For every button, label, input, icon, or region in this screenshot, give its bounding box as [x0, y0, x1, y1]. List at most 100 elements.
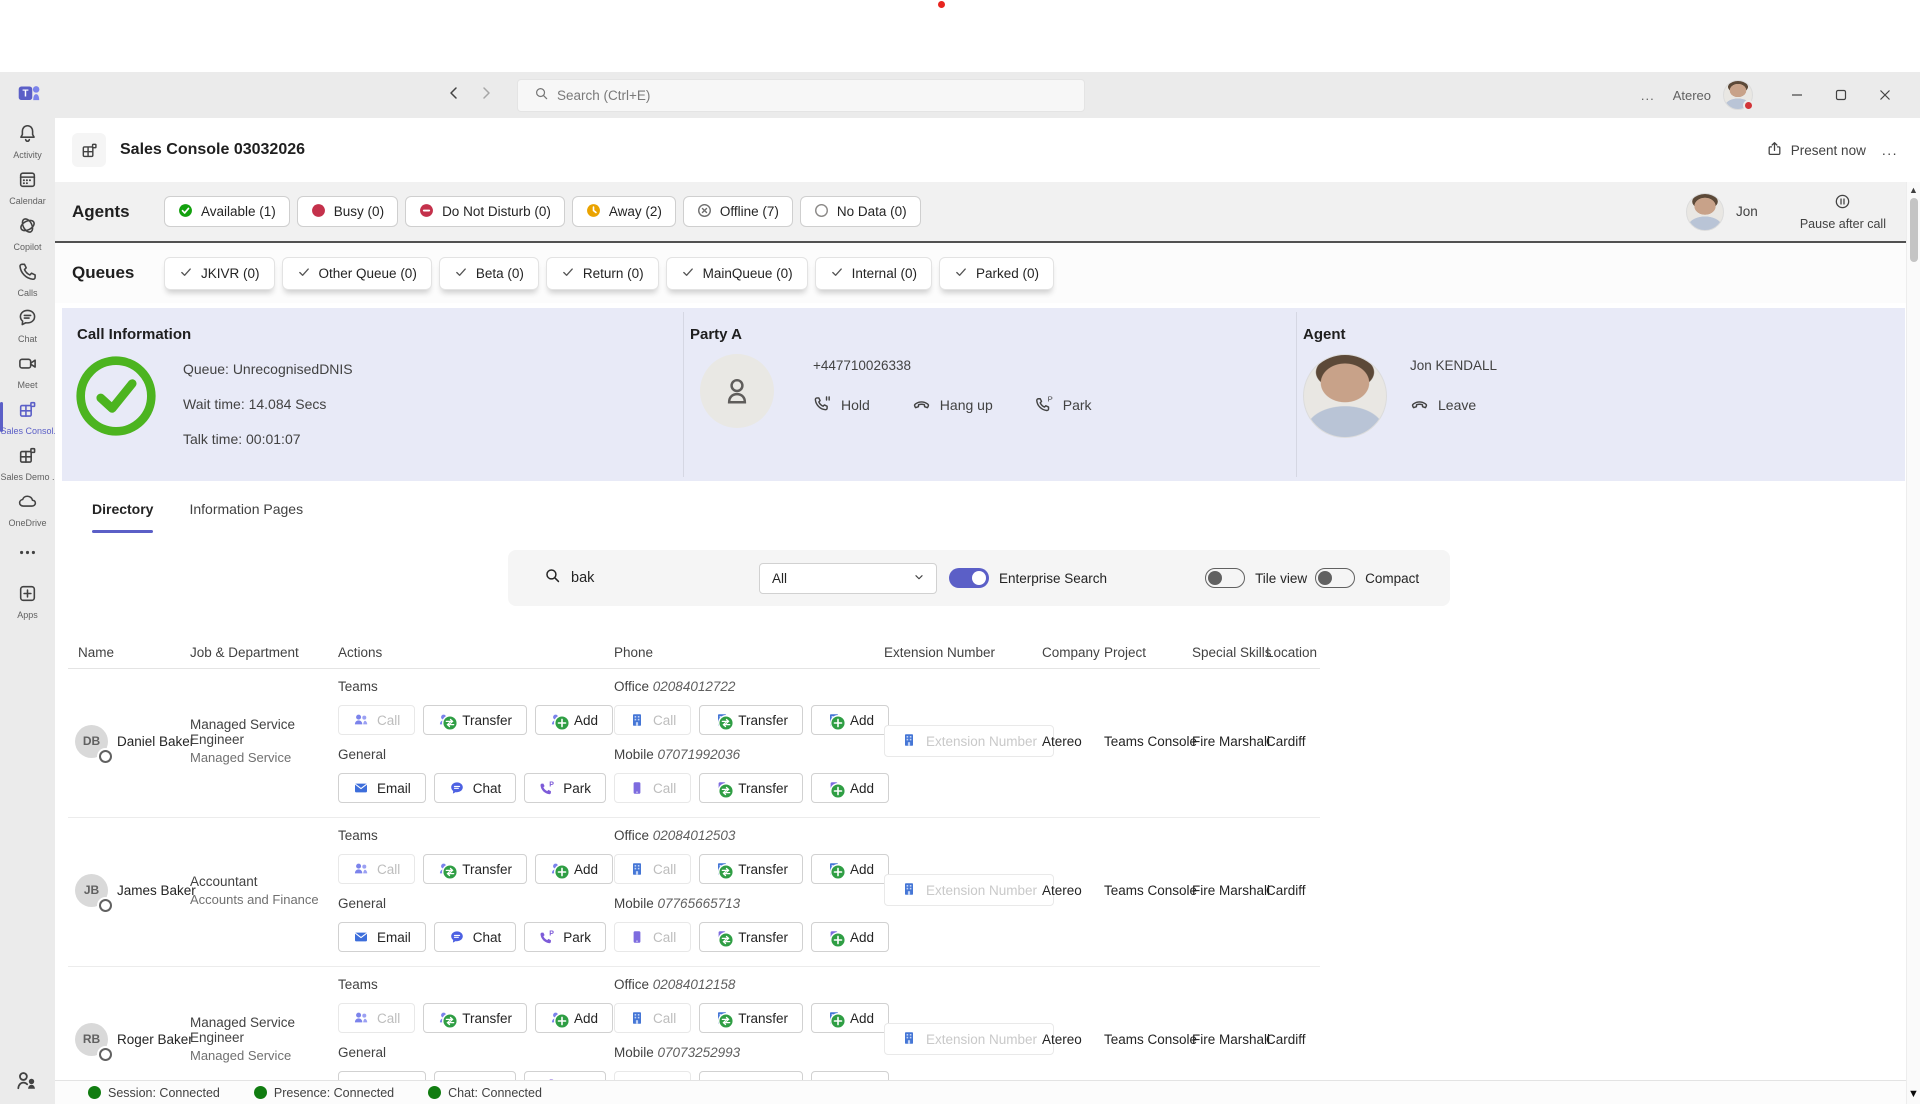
compact-toggle[interactable]: [1315, 568, 1355, 588]
chat-button[interactable]: Chat: [434, 773, 517, 803]
park-button[interactable]: P Park: [524, 922, 606, 952]
enterprise-search-toggle[interactable]: [949, 568, 989, 588]
queue-label: MainQueue (0): [703, 266, 793, 281]
action-button-label: Add: [850, 1011, 874, 1026]
chat-button[interactable]: Chat: [434, 922, 517, 952]
forward-button[interactable]: [478, 85, 498, 105]
teams-call-button[interactable]: Call: [338, 705, 415, 735]
teams-call-button[interactable]: Call: [338, 1003, 415, 1033]
office-transfer-button[interactable]: Transfer: [699, 1003, 803, 1033]
close-button[interactable]: [1863, 72, 1907, 118]
action-button-label: Email: [377, 930, 411, 945]
mobile-add-button[interactable]: Add: [811, 922, 889, 952]
mobile-call-button[interactable]: Call: [614, 773, 691, 803]
teams-call-button[interactable]: Call: [338, 854, 415, 884]
chevron-down-icon: [912, 570, 926, 587]
maximize-button[interactable]: [1819, 72, 1863, 118]
pause-after-call-button[interactable]: Pause after call: [1800, 193, 1886, 231]
queue-filter-internal-0[interactable]: Internal (0): [815, 257, 932, 290]
rail-item-activity[interactable]: Activity: [0, 118, 55, 164]
teams-add-button[interactable]: Add: [535, 854, 613, 884]
queue-filter-parked-0[interactable]: Parked (0): [939, 257, 1054, 290]
extension-number-button[interactable]: Extension Number: [884, 725, 1054, 757]
agent-status-filter-nodata[interactable]: No Data (0): [800, 196, 921, 227]
tab-directory[interactable]: Directory: [92, 501, 153, 533]
parkf-icon: P: [539, 780, 555, 796]
titlebar-more-button[interactable]: ...: [1641, 88, 1655, 103]
rail-item-sales-demo[interactable]: Sales Demo ...: [0, 440, 55, 486]
rail-item-sales-consol[interactable]: Sales Consol...: [0, 394, 55, 440]
leave-button[interactable]: Leave: [1410, 394, 1476, 416]
queue-filter-jkivr-0[interactable]: JKIVR (0): [164, 257, 275, 290]
agent-status-filter-dnd[interactable]: Do Not Disturb (0): [405, 196, 565, 227]
email-button[interactable]: Email: [338, 773, 426, 803]
job-department-cell: Accountant Accounts and Finance: [188, 874, 336, 907]
office-transfer-button[interactable]: Transfer: [699, 854, 803, 884]
titlebar-search-input[interactable]: Search (Ctrl+E): [517, 79, 1085, 112]
rail-item-copilot[interactable]: Copilot: [0, 210, 55, 256]
rail-item-calendar[interactable]: Calendar: [0, 164, 55, 210]
scrollbar-thumb[interactable]: [1910, 198, 1918, 262]
mobile-icon: [714, 780, 730, 796]
minimize-button[interactable]: [1775, 72, 1819, 118]
rail-item-more[interactable]: [0, 532, 55, 578]
parkf-icon: P: [539, 929, 555, 945]
teams-group-label: Teams: [338, 828, 612, 848]
teams-add-button[interactable]: Add: [535, 705, 613, 735]
teams-transfer-button[interactable]: Transfer: [423, 705, 527, 735]
agent-status-filter-busy[interactable]: Busy (0): [297, 196, 398, 227]
action-button-label: Email: [377, 781, 411, 796]
agent-status-filter-offline[interactable]: Offline (7): [683, 196, 793, 227]
agent-status-filter-away[interactable]: Away (2): [572, 196, 676, 227]
transfer-sync-badge-icon: [442, 864, 458, 880]
office-add-button[interactable]: Add: [811, 854, 889, 884]
office-transfer-button[interactable]: Transfer: [699, 705, 803, 735]
scroll-up-arrow-icon[interactable]: ▲: [1907, 185, 1920, 195]
present-now-button[interactable]: Present now: [1766, 140, 1866, 160]
office-call-button[interactable]: Call: [614, 854, 691, 884]
agent-status-filter-available[interactable]: Available (1): [164, 196, 290, 227]
queue-filter-mainqueue-0[interactable]: MainQueue (0): [666, 257, 808, 290]
mobile-call-button[interactable]: Call: [614, 922, 691, 952]
rail-item-onedrive[interactable]: OneDrive: [0, 486, 55, 532]
mobile-transfer-button[interactable]: Transfer: [699, 922, 803, 952]
rail-item-chat[interactable]: Chat: [0, 302, 55, 348]
rail-item-meet[interactable]: Meet: [0, 348, 55, 394]
user-avatar[interactable]: [1723, 80, 1753, 110]
project-cell: Teams Console: [1102, 1032, 1190, 1047]
rail-item-apps[interactable]: Apps: [0, 578, 55, 624]
queue-filter-return-0[interactable]: Return (0): [546, 257, 659, 290]
office-add-button[interactable]: Add: [811, 1003, 889, 1033]
tile-view-toggle[interactable]: [1205, 568, 1245, 588]
tab-information-pages[interactable]: Information Pages: [189, 501, 303, 533]
office-call-button[interactable]: Call: [614, 705, 691, 735]
park-button[interactable]: P Park: [524, 773, 606, 803]
extension-number-button[interactable]: Extension Number: [884, 1023, 1054, 1055]
agent-jon-avatar[interactable]: [1686, 193, 1724, 231]
scroll-down-arrow-icon[interactable]: ▼: [1907, 1088, 1920, 1100]
directory-filter-select[interactable]: All: [759, 563, 937, 594]
teams-add-button[interactable]: Add: [535, 1003, 613, 1033]
mobile-transfer-button[interactable]: Transfer: [699, 773, 803, 803]
extension-number-button[interactable]: Extension Number: [884, 874, 1054, 906]
vertical-scrollbar[interactable]: ▲ ▼: [1906, 182, 1920, 1104]
queue-filter-beta-0[interactable]: Beta (0): [439, 257, 539, 290]
back-button[interactable]: [446, 85, 466, 105]
teams-transfer-button[interactable]: Transfer: [423, 854, 527, 884]
rail-item-calls[interactable]: Calls: [0, 256, 55, 302]
teams-transfer-button[interactable]: Transfer: [423, 1003, 527, 1033]
office-add-button[interactable]: Add: [811, 705, 889, 735]
park-button[interactable]: P Park: [1035, 394, 1092, 416]
mobile-add-button[interactable]: Add: [811, 773, 889, 803]
queue-filter-other-queue-0[interactable]: Other Queue (0): [282, 257, 432, 290]
email-button[interactable]: Email: [338, 922, 426, 952]
tab-more-button[interactable]: ...: [1882, 142, 1898, 158]
people-contact-icon[interactable]: [15, 1069, 39, 1098]
filter-selected-value: All: [772, 571, 787, 586]
hangup-icon: [1410, 394, 1429, 416]
hold-button[interactable]: Hold: [813, 394, 870, 416]
hang-up-button[interactable]: Hang up: [912, 394, 993, 416]
presence-offline-badge: [99, 1048, 112, 1061]
directory-search-input[interactable]: bak: [571, 570, 601, 586]
office-call-button[interactable]: Call: [614, 1003, 691, 1033]
